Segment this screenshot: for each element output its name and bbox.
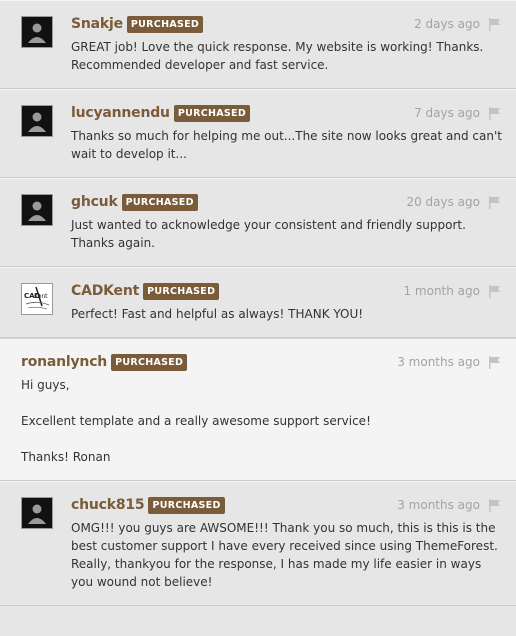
author-link[interactable]: chuck815 xyxy=(71,497,145,513)
avatar[interactable] xyxy=(21,105,53,137)
comment-date: 20 days ago xyxy=(406,195,480,209)
avatar[interactable] xyxy=(21,16,53,48)
flag-icon[interactable] xyxy=(488,355,502,369)
author-link[interactable]: Snakje xyxy=(71,16,123,32)
comment-date: 2 days ago xyxy=(414,17,480,31)
flag-icon[interactable] xyxy=(488,106,502,120)
avatar[interactable] xyxy=(21,497,53,529)
flag-icon[interactable] xyxy=(488,195,502,209)
avatar[interactable]: CAD Kent xyxy=(21,283,53,315)
flag-icon[interactable] xyxy=(488,498,502,512)
purchased-badge: PURCHASED xyxy=(173,104,251,122)
avatar[interactable] xyxy=(21,194,53,226)
comment-date: 3 months ago xyxy=(397,355,480,369)
comment-body: GREAT job! Love the quick response. My w… xyxy=(71,40,484,72)
purchased-badge: PURCHASED xyxy=(143,282,220,300)
flag-icon[interactable] xyxy=(488,284,502,298)
author-link[interactable]: lucyannendu xyxy=(71,105,170,121)
comment-list: Snakje PURCHASED 2 days ago GREAT job! L… xyxy=(0,0,516,606)
comment-body: Perfect! Fast and helpful as always! THA… xyxy=(71,307,364,321)
comment-item: Snakje PURCHASED 2 days ago GREAT job! L… xyxy=(0,0,516,89)
flag-icon[interactable] xyxy=(488,17,502,31)
comment-item: lucyannendu PURCHASED 7 days ago Thanks … xyxy=(0,89,516,178)
purchased-badge: PURCHASED xyxy=(126,15,204,33)
comment-item: ghcuk PURCHASED 20 days ago Just wanted … xyxy=(0,178,516,267)
comment-body: Hi guys, Excellent template and a really… xyxy=(21,378,371,464)
comment-date: 1 month ago xyxy=(403,284,480,298)
comment-reply: ronanlynch PURCHASED 3 months ago Hi guy… xyxy=(0,338,516,481)
comment-date: 3 months ago xyxy=(397,498,480,512)
purchased-badge: PURCHASED xyxy=(121,193,198,211)
comment-item: CAD Kent CADKent PURCHASED 1 month ago Pe… xyxy=(0,267,516,338)
author-link[interactable]: ghcuk xyxy=(71,194,118,210)
author-link[interactable]: CADKent xyxy=(71,283,139,299)
purchased-badge: PURCHASED xyxy=(111,353,188,371)
comment-date: 7 days ago xyxy=(414,106,480,120)
purchased-badge: PURCHASED xyxy=(148,496,225,514)
comment-body: Thanks so much for helping me out...The … xyxy=(71,129,502,161)
comment-body: OMG!!! you guys are AWSOME!!! Thank you … xyxy=(71,521,498,589)
comment-item: chuck815 PURCHASED 3 months ago OMG!!! y… xyxy=(0,481,516,606)
comment-body: Just wanted to acknowledge your consiste… xyxy=(71,218,466,250)
svg-text:Kent: Kent xyxy=(34,293,48,300)
author-link[interactable]: ronanlynch xyxy=(21,354,107,370)
